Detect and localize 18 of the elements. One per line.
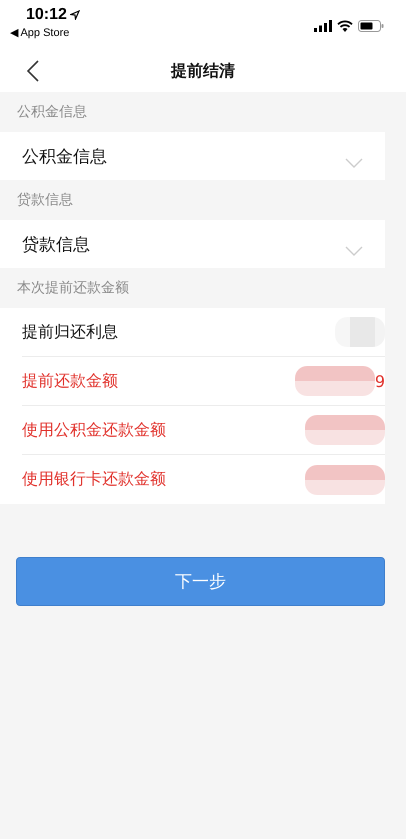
dropdown-row[interactable]: 贷款信息 [0, 220, 385, 268]
wifi-icon [337, 20, 353, 32]
row-label: 使用银行卡还款金额 [22, 469, 166, 490]
location-icon [70, 10, 80, 20]
section-header: 公积金信息 [17, 103, 87, 121]
row-label: 提前还款金额 [22, 370, 118, 392]
row-label: 使用公积金还款金额 [22, 420, 166, 440]
amount-value: 9 [374, 372, 385, 390]
back-to-app-link[interactable]: ◀ App Store [10, 26, 80, 39]
section-header: 贷款信息 [17, 191, 73, 209]
signal-icon [314, 20, 332, 32]
status-time: 10:12 [26, 6, 67, 24]
page-title: 提前结清 [171, 60, 235, 82]
back-icon[interactable] [27, 60, 39, 82]
section-header: 本次提前还款金额 [17, 279, 129, 297]
dropdown-row[interactable]: 公积金信息 [0, 132, 385, 180]
battery-icon [358, 20, 384, 32]
row-label: 提前归还利息 [22, 322, 118, 342]
